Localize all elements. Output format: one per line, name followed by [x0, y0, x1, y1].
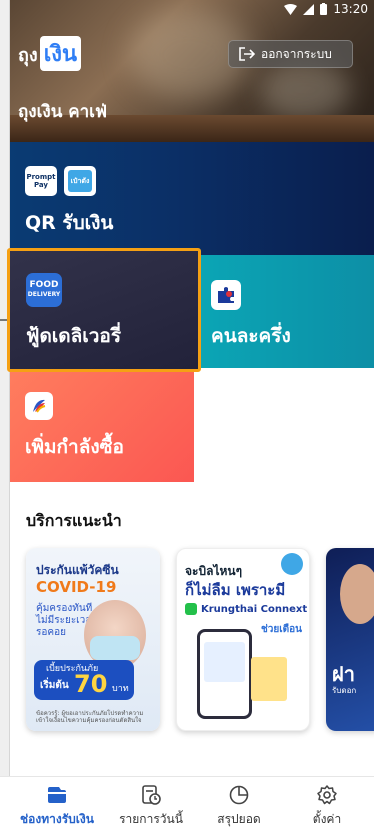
status-time: 13:20: [333, 2, 368, 16]
logout-label: ออกจากระบบ: [261, 46, 332, 61]
nav-item-today-transactions[interactable]: รายการวันนี้: [104, 777, 198, 831]
food-delivery-tile[interactable]: FOOD DELIVERY ฟู้ดเดลิเวอรี่: [7, 248, 201, 372]
promo-card-line2: รับดอก: [332, 686, 357, 695]
promo-brand-text: Krungthai Connext: [201, 603, 308, 615]
promo-person-image: [340, 564, 374, 624]
puzzle-icon: [218, 287, 234, 303]
food-delivery-label: ฟู้ดเดลิเวอรี่: [26, 325, 122, 347]
promptpay-text1: Prompt: [26, 173, 56, 181]
nav-label: รายการวันนี้: [119, 812, 183, 826]
gear-icon: [315, 784, 339, 806]
half-half-tile[interactable]: คนละครึ่ง: [200, 255, 374, 368]
promo-brand: Krungthai Connext: [185, 603, 307, 615]
logo-text-part2: เงิน: [39, 36, 81, 71]
half-half-label: คนละครึ่ง: [211, 325, 291, 347]
promo-card-line2: ก็ไม่ลืม เพราะมี: [185, 581, 286, 599]
app-screen: 13:20 ถุง เงิน ออกจากระบบ ถุงเงิน คาเฟ่ …: [0, 0, 374, 831]
promo-card-krungthai-connext[interactable]: จะบิลไหนๆ ก็ไม่ลืม เพราะมี Krungthai Con…: [176, 548, 310, 731]
logo-text-part1: ถุง: [18, 45, 38, 66]
status-bar: 13:20: [284, 2, 368, 16]
promo-badge-amount: 70: [74, 670, 108, 698]
line-app-icon: [185, 603, 197, 615]
promo-mask-image: [90, 636, 140, 660]
wallet-icon: [45, 784, 69, 806]
nav-label: ช่องทางรับเงิน: [20, 812, 94, 826]
nav-item-settings[interactable]: ตั้งค่า: [280, 777, 374, 831]
purchasing-power-label: เพิ่มกำลังซื้อ: [25, 436, 124, 458]
nav-item-payment-channels[interactable]: ช่องทางรับเงิน: [10, 777, 104, 831]
nav-label: ตั้งค่า: [312, 812, 342, 826]
promptpay-icon: Prompt Pay: [25, 166, 57, 196]
food-icon-text2: DELIVERY: [27, 291, 61, 298]
promo-badge-unit: บาท: [112, 684, 129, 694]
receipt-clock-icon: [139, 784, 163, 806]
signal-icon: [303, 3, 315, 15]
app-logo: ถุง เงิน: [18, 36, 81, 71]
purchasing-power-tile[interactable]: เพิ่มกำลังซื้อ: [10, 370, 194, 482]
food-icon-text1: FOOD: [29, 280, 59, 290]
qr-receive-tile[interactable]: Prompt Pay เป๋าตัง QR รับเงิน: [10, 142, 374, 255]
paotang-text: เป๋าตัง: [68, 170, 92, 192]
promo-footnote: ข้อควรรู้: ผู้ขอเอาประกันภัยโปรดทำความเข…: [36, 710, 144, 724]
bottom-navigation: ช่องทางรับเงิน รายการวันนี้ สรุปยอด ตั้ง…: [0, 776, 374, 831]
paotang-icon: เป๋าตัง: [64, 166, 96, 196]
promo-card-line3: ช่วยเตือน: [261, 624, 303, 635]
cafe-window-blur: [260, 60, 350, 120]
recommended-carousel[interactable]: ประกันแพ้วัคซีน COVID-19 คุ้มครองทันที ไ…: [10, 545, 374, 735]
logout-icon: [239, 47, 255, 61]
promo-card-covid-insurance[interactable]: ประกันแพ้วัคซีน COVID-19 คุ้มครองทันที ไ…: [26, 548, 160, 731]
promptpay-text2: Pay: [33, 181, 48, 189]
purchasing-power-icon: [25, 392, 53, 420]
promo-card-line2: COVID-19: [36, 578, 117, 596]
flag-emblem-icon: [33, 399, 46, 413]
shop-name: ถุงเงิน คาเฟ่: [18, 102, 108, 122]
nav-item-summary[interactable]: สรุปยอด: [192, 777, 286, 831]
promo-card-deposit[interactable]: ฝา รับดอก: [326, 548, 374, 731]
bill-image: [251, 657, 287, 701]
nav-label: สรุปยอด: [217, 812, 261, 826]
krungthai-logo-icon: [281, 553, 303, 575]
phone-mockup-image: [197, 629, 252, 719]
promo-badge-prefix: เริ่มต้น: [40, 680, 69, 691]
qr-tile-label: QR รับเงิน: [25, 212, 114, 234]
left-edge-bar: [0, 0, 10, 831]
wifi-icon: [284, 3, 298, 15]
recommended-services-title: บริการแนะนำ: [26, 511, 122, 530]
logout-button[interactable]: ออกจากระบบ: [228, 40, 353, 68]
food-delivery-icon: FOOD DELIVERY: [26, 273, 62, 307]
half-half-icon: [211, 280, 241, 310]
pie-chart-icon: [227, 784, 251, 806]
battery-icon: [320, 3, 328, 15]
